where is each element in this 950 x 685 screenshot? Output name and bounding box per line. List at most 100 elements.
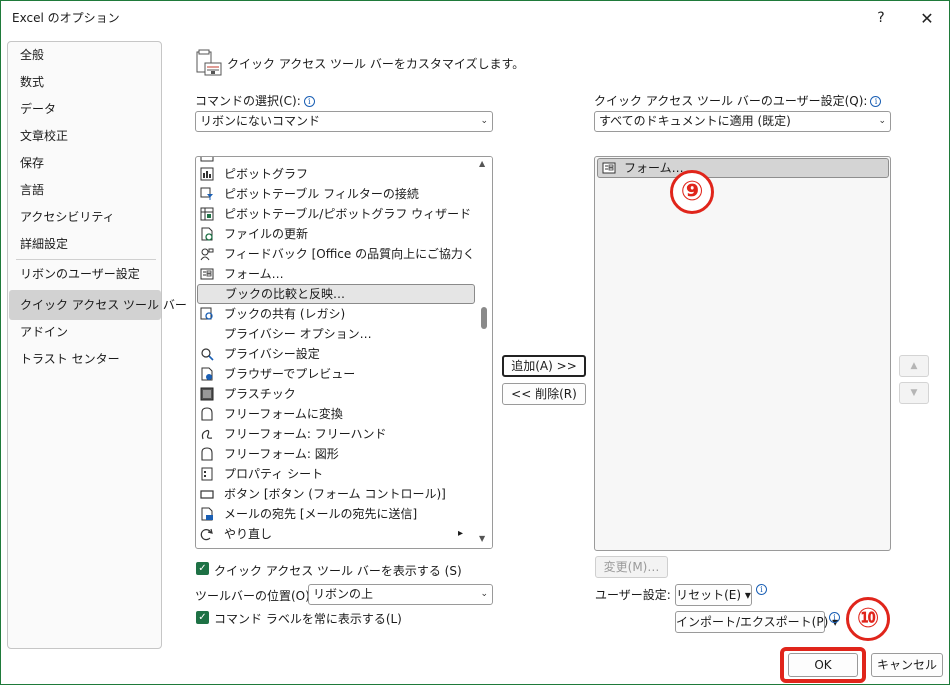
list-item[interactable]: プライバシー設定	[196, 344, 476, 364]
sidebar-item-accessibility[interactable]: アクセシビリティ	[9, 204, 161, 231]
qat-scope-dropdown[interactable]: すべてのドキュメントに適用 (既定) ⌄	[594, 111, 891, 132]
list-item[interactable]: ピボットテーブル フィルターの接続	[196, 184, 476, 204]
list-item[interactable]: フリーフォームに変換	[196, 404, 476, 424]
submenu-arrow-icon: ▸	[458, 528, 464, 539]
list-item-label: やり直し	[224, 527, 273, 541]
ok-button[interactable]: OK	[788, 653, 858, 677]
sidebar: 全般 数式 データ 文章校正 保存 言語 アクセシビリティ 詳細設定 リボンのユ…	[7, 41, 187, 649]
info-icon: i	[756, 584, 767, 595]
user-settings-label: ユーザー設定:	[595, 588, 671, 602]
move-up-button[interactable]: ▲	[899, 355, 929, 377]
list-item[interactable]: メールの宛先 [メールの宛先に送信]	[196, 504, 476, 524]
always-show-labels-checkbox[interactable]: ✓	[196, 611, 209, 624]
add-button[interactable]: 追加(A) >>	[502, 355, 586, 377]
sidebar-item-save[interactable]: 保存	[9, 150, 161, 177]
list-item[interactable]: フィードバック [Office の品質向上にご協力く…	[196, 244, 487, 264]
help-button[interactable]: ?	[861, 5, 901, 31]
list-item-label: フリーフォームに変換	[224, 407, 343, 421]
list-item[interactable]: ブラウザーでプレビュー	[196, 364, 476, 384]
sidebar-item-customize-ribbon[interactable]: リボンのユーザー設定	[9, 261, 161, 288]
list-item[interactable]: プライバシー オプション…	[196, 324, 476, 344]
list-item[interactable]: フリーフォーム: 図形	[196, 444, 476, 464]
list-item-label: ピボットテーブル/ピボットグラフ ウィザード	[224, 207, 472, 221]
toolbar-position-value: リボンの上	[313, 587, 374, 601]
sidebar-item-addins[interactable]: アドイン	[9, 319, 161, 346]
commands-list[interactable]: ピボットグラフ ピボットテーブル フィルターの接続 ピボットテーブル/ピボットグ…	[195, 156, 493, 549]
always-show-labels-label: コマンド ラベルを常に表示する(L)	[214, 612, 402, 626]
qat-scope-value: すべてのドキュメントに適用 (既定)	[599, 114, 791, 128]
step-10-annotation: ⑩	[846, 597, 890, 641]
sidebar-item-quick-access-toolbar[interactable]: クイック アクセス ツール バー	[9, 290, 187, 320]
cancel-button[interactable]: キャンセル	[871, 653, 943, 677]
commands-from-dropdown[interactable]: リボンにないコマンド ⌄	[195, 111, 493, 132]
qat-list-item-selected[interactable]: フォーム…	[597, 158, 889, 178]
scroll-up-icon[interactable]: ▲	[479, 159, 485, 168]
form-icon	[200, 268, 214, 280]
list-item-label: フォーム…	[224, 267, 284, 281]
sidebar-item-proofing[interactable]: 文章校正	[9, 123, 161, 150]
list-item-label: ブックの共有 (レガシ)	[224, 307, 346, 321]
commands-from-label: コマンドの選択(C): i	[195, 92, 315, 109]
sidebar-item-general[interactable]: 全般	[9, 42, 161, 69]
list-item-label: ファイルの更新	[224, 227, 309, 241]
mail-recipient-icon	[201, 507, 213, 521]
list-item-label: フィードバック [Office の品質向上にご協力く…	[224, 247, 487, 261]
plastic-icon	[200, 387, 214, 401]
move-down-button[interactable]: ▼	[899, 382, 929, 404]
list-item-label: ボタン [ボタン (フォーム コントロール)]	[224, 487, 446, 501]
list-item[interactable]: フォーム…	[196, 264, 476, 284]
list-item[interactable]: やり直し ▸	[196, 524, 476, 544]
qat-list-item-label: フォーム…	[624, 161, 684, 175]
list-item-selected[interactable]: ブックの比較と反映…	[197, 284, 475, 304]
privacy-settings-icon	[201, 348, 214, 361]
options-dialog: Excel のオプション ? ✕ 全般 数式 データ 文章校正 保存 言語 アク…	[0, 0, 950, 685]
list-item[interactable]: プラスチック	[196, 384, 476, 404]
sidebar-item-advanced[interactable]: 詳細設定	[9, 231, 161, 258]
import-export-button[interactable]: インポート/エクスポート(P) ▾	[675, 611, 838, 633]
commands-from-value: リボンにないコマンド	[200, 114, 321, 128]
chevron-down-icon: ⌄	[878, 116, 886, 126]
toolbar-position-dropdown[interactable]: リボンの上 ⌄	[308, 584, 493, 605]
sidebar-item-data[interactable]: データ	[9, 96, 161, 123]
commands-list-scrollbar[interactable]: ▲ ▼	[476, 157, 492, 548]
list-item-label: ブックの比較と反映…	[225, 287, 346, 301]
sidebar-divider	[16, 259, 156, 260]
reset-button[interactable]: リセット(E) ▾	[675, 584, 752, 606]
form-icon	[602, 162, 616, 174]
list-item-label: プライバシー オプション…	[224, 327, 372, 341]
list-item[interactable]: プロパティ シート	[196, 464, 476, 484]
list-item-label: プロパティ シート	[224, 467, 324, 481]
list-item[interactable]: ピボットグラフ	[196, 164, 476, 184]
customize-toolbar-icon	[196, 49, 222, 76]
sidebar-item-language[interactable]: 言語	[9, 177, 161, 204]
list-item-label: ブラウザーでプレビュー	[224, 367, 356, 381]
close-button[interactable]: ✕	[907, 5, 947, 31]
qat-commands-list[interactable]: フォーム…	[594, 156, 891, 551]
pivot-table-icon	[200, 157, 214, 162]
chevron-down-icon: ⌄	[480, 589, 488, 599]
list-item-label: ピボットテーブル フィルターの接続	[224, 187, 419, 201]
scroll-down-icon[interactable]: ▼	[479, 534, 485, 543]
list-item-label: フリーフォーム: フリーハンド	[224, 427, 387, 441]
info-icon: i	[829, 612, 840, 623]
freeform-shape-icon	[201, 447, 213, 461]
list-item[interactable]: ブックの共有 (レガシ)	[196, 304, 476, 324]
list-item[interactable]: ボタン [ボタン (フォーム コントロール)]	[196, 484, 476, 504]
modify-button[interactable]: 変更(M)…	[595, 556, 668, 578]
show-qat-checkbox[interactable]: ✓	[196, 562, 209, 575]
sidebar-item-formulas[interactable]: 数式	[9, 69, 161, 96]
redo-icon	[200, 528, 213, 541]
page-heading: クイック アクセス ツール バーをカスタマイズします。	[227, 57, 525, 71]
browser-preview-icon	[201, 367, 213, 381]
list-item[interactable]: ファイルの更新	[196, 224, 476, 244]
scroll-thumb[interactable]	[481, 307, 487, 329]
title-bar: Excel のオプション ? ✕	[1, 1, 949, 35]
sidebar-item-trust-center[interactable]: トラスト センター	[9, 346, 161, 373]
info-icon: i	[303, 96, 315, 107]
remove-button[interactable]: << 削除(R)	[502, 383, 586, 405]
freeform-convert-icon	[201, 407, 213, 421]
list-item[interactable]: ピボットテーブル/ピボットグラフ ウィザード	[196, 204, 476, 224]
refresh-file-icon	[201, 227, 213, 241]
list-item[interactable]: フリーフォーム: フリーハンド	[196, 424, 476, 444]
pivot-wizard-icon	[200, 207, 214, 221]
